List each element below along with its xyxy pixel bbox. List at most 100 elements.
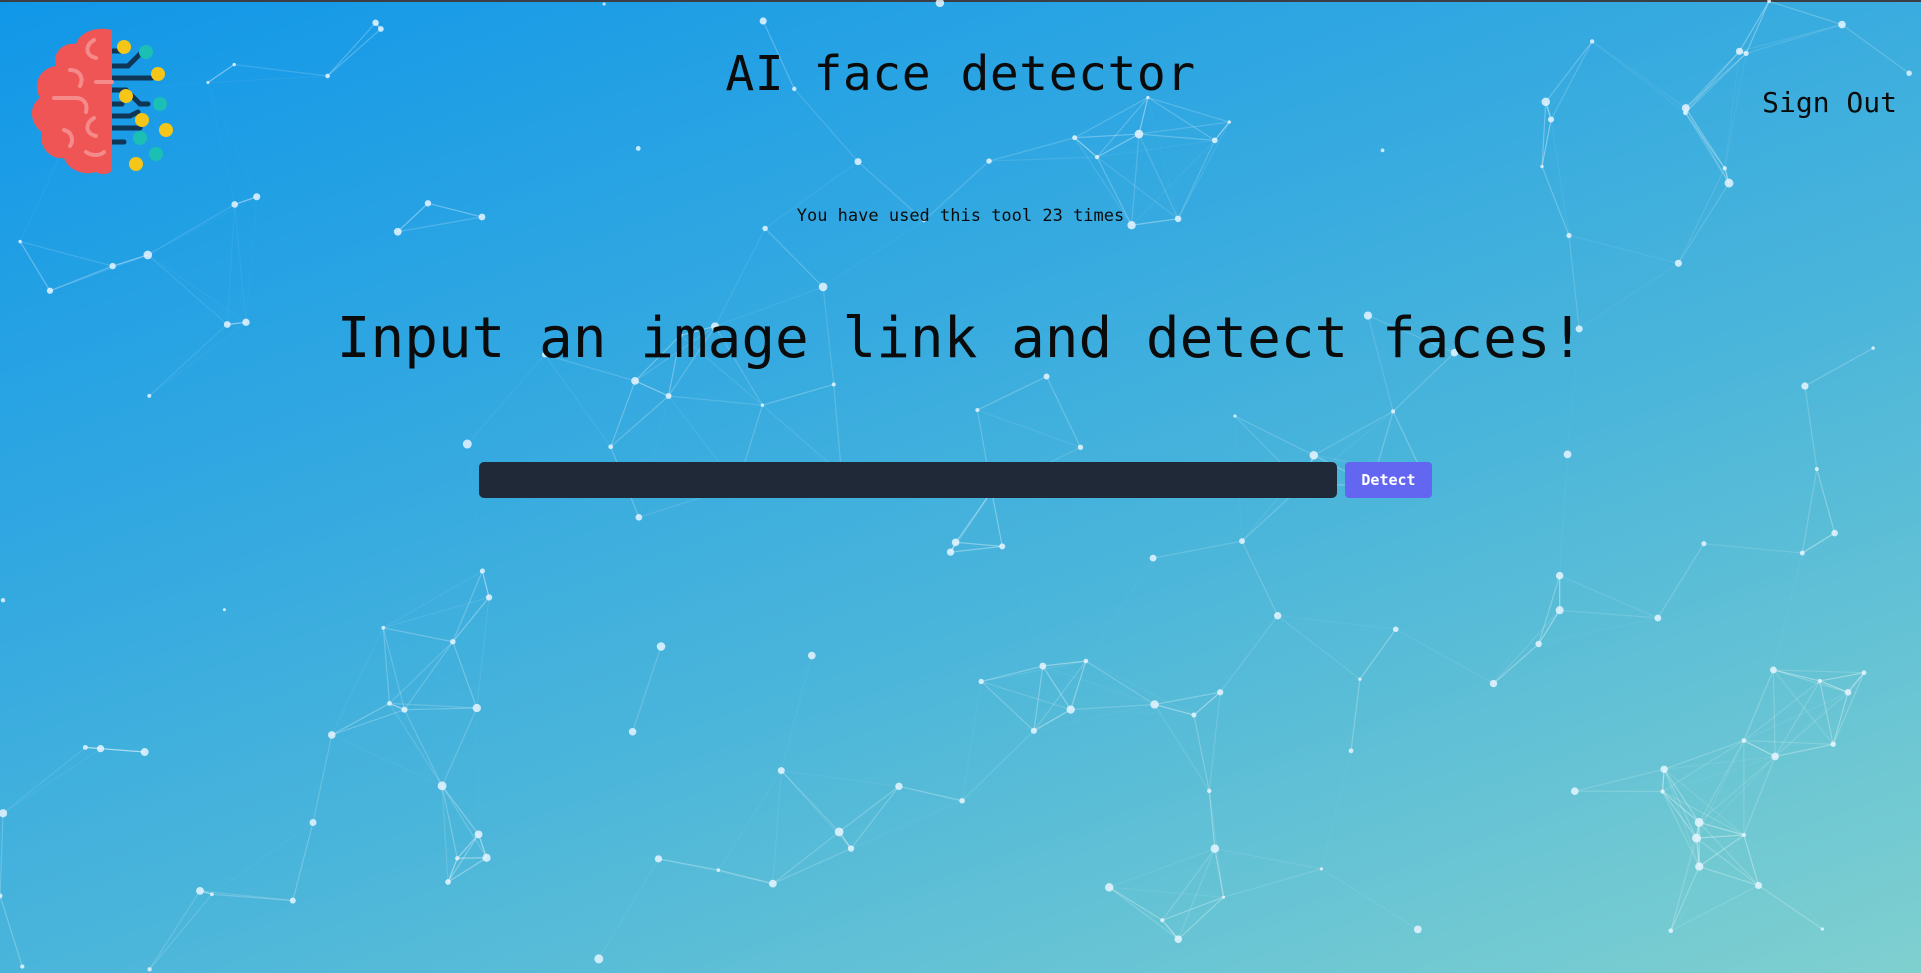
network-node	[1701, 541, 1707, 547]
network-node	[1563, 450, 1572, 459]
network-node	[1741, 832, 1747, 838]
network-line	[1148, 98, 1178, 219]
network-line	[1539, 618, 1658, 644]
network-line	[1568, 234, 1679, 264]
network-node	[1221, 895, 1226, 899]
network-node	[1413, 925, 1422, 934]
network-node	[210, 892, 214, 897]
network-line	[1321, 868, 1419, 930]
network-node	[1566, 232, 1572, 239]
network-node	[1489, 679, 1498, 688]
network-line	[823, 221, 924, 287]
network-node	[1668, 928, 1674, 934]
network-line	[1698, 834, 1745, 868]
network-node	[372, 19, 379, 26]
network-node	[854, 158, 862, 166]
network-line	[977, 375, 1047, 411]
network-node	[445, 879, 451, 885]
network-node	[594, 954, 604, 964]
network-node	[1555, 571, 1564, 580]
network-node	[393, 227, 402, 236]
network-line	[1070, 660, 1087, 710]
network-node	[0, 893, 3, 899]
network-line	[1773, 553, 1802, 670]
network-line	[1758, 884, 1823, 930]
network-node	[628, 727, 637, 736]
network-node	[631, 376, 639, 385]
image-url-form: Detect	[479, 462, 1432, 498]
network-node	[1072, 135, 1078, 141]
network-node	[1769, 666, 1777, 674]
network-line	[1086, 558, 1153, 661]
network-line	[1768, 0, 1843, 26]
network-line	[833, 384, 843, 474]
network-node	[1210, 844, 1220, 853]
network-line	[1219, 615, 1279, 693]
network-node	[759, 17, 767, 25]
network-node	[665, 393, 672, 400]
network-node	[1540, 164, 1544, 169]
network-node	[1191, 712, 1197, 718]
network-line	[1154, 691, 1221, 706]
network-node	[1674, 259, 1682, 267]
network-line	[1424, 353, 1455, 476]
network-line	[1801, 468, 1818, 554]
network-line	[1804, 385, 1818, 470]
network-node	[1134, 129, 1144, 139]
network-line	[1574, 768, 1665, 792]
network-node	[1660, 765, 1668, 773]
network-node	[1391, 409, 1396, 414]
network-node	[479, 568, 485, 574]
network-node	[1570, 787, 1579, 795]
network-line	[1241, 540, 1279, 616]
network-line	[383, 627, 453, 643]
network-line	[0, 813, 4, 896]
network-node	[975, 407, 980, 413]
network-line	[22, 967, 149, 970]
network-line	[772, 770, 782, 884]
network-line	[1560, 454, 1568, 575]
network-line	[441, 785, 488, 859]
network-node	[935, 0, 945, 8]
network-line	[634, 380, 669, 397]
network-line	[404, 707, 477, 711]
network-line	[780, 770, 852, 849]
network-node	[1547, 116, 1555, 123]
network-line	[1738, 0, 1770, 52]
network-line	[1662, 791, 1700, 867]
network-line	[1108, 886, 1163, 921]
network-line	[1002, 546, 1043, 666]
network-node	[20, 964, 25, 969]
image-url-input[interactable]	[479, 462, 1337, 498]
detect-button[interactable]: Detect	[1345, 462, 1432, 498]
network-line	[1493, 576, 1559, 684]
network-line	[2, 746, 86, 814]
network-node	[1094, 155, 1100, 160]
page-heading: Input an image link and detect faces!	[336, 306, 1585, 371]
network-node	[635, 513, 643, 521]
network-node	[818, 282, 828, 292]
network-line	[1662, 790, 1745, 836]
network-line	[1177, 896, 1224, 940]
network-line	[1743, 669, 1774, 741]
network-node	[946, 548, 955, 556]
network-line	[19, 241, 113, 267]
network-node	[147, 393, 152, 398]
network-node	[1043, 373, 1050, 380]
network-node	[1030, 727, 1037, 734]
network-line	[1208, 790, 1216, 849]
network-node	[437, 781, 447, 791]
sign-out-link[interactable]: Sign Out	[1762, 86, 1897, 119]
network-line	[1744, 744, 1833, 835]
network-node	[1683, 110, 1688, 116]
network-node	[762, 225, 768, 232]
network-node	[1722, 166, 1727, 171]
network-node	[0, 597, 6, 603]
network-node	[951, 538, 960, 547]
network-line	[1670, 884, 1759, 932]
network-node	[768, 879, 777, 888]
network-node	[635, 146, 641, 151]
network-line	[1395, 628, 1494, 685]
network-line	[991, 491, 1003, 547]
network-node	[472, 703, 481, 713]
